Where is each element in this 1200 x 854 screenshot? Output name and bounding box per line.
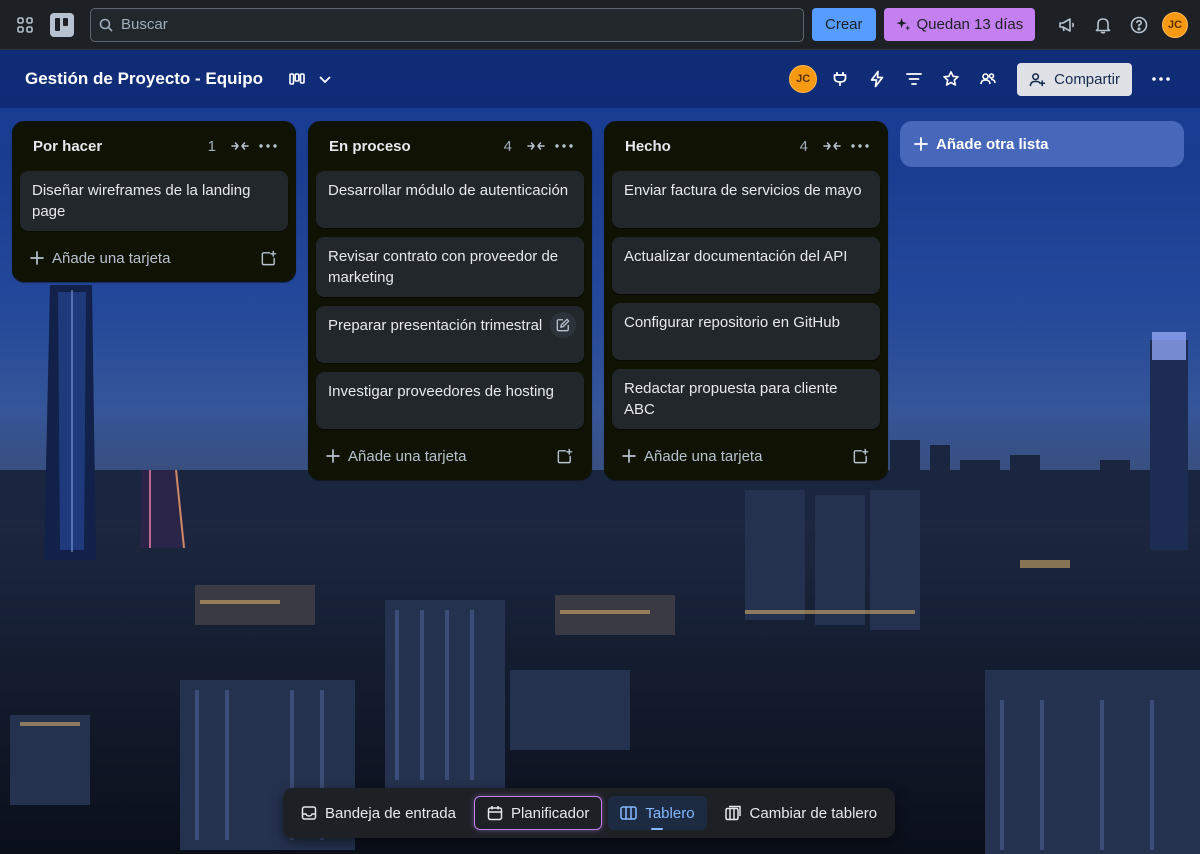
view-switcher: Bandeja de entrada Planificador Tablero …: [283, 788, 896, 838]
plug-icon[interactable]: [826, 65, 854, 93]
board-view-icon[interactable]: [283, 65, 311, 93]
add-list-button[interactable]: Añade otra lista: [900, 121, 1184, 167]
planner-label: Planificador: [510, 804, 590, 822]
inbox-icon: [301, 805, 317, 821]
list-footer: Añade una tarjeta: [316, 438, 584, 474]
calendar-icon: [487, 805, 503, 821]
search-bar[interactable]: [90, 7, 804, 42]
sparkle-icon: [895, 17, 911, 32]
filter-icon[interactable]: [900, 65, 928, 93]
card-template-icon[interactable]: [846, 444, 874, 468]
list-title[interactable]: Hecho: [625, 138, 800, 155]
chevron-down-icon[interactable]: [311, 65, 339, 93]
card[interactable]: Investigar proveedores de hosting: [316, 372, 584, 429]
collapse-list-icon[interactable]: [818, 134, 846, 158]
switch-board-label: Cambiar de tablero: [749, 804, 878, 822]
list-title[interactable]: Por hacer: [33, 138, 208, 155]
list-header: Hecho 4: [612, 129, 880, 163]
user-avatar[interactable]: JC: [1162, 11, 1188, 38]
more-horizontal-icon[interactable]: [1147, 65, 1175, 93]
list-header: En proceso 4: [316, 129, 584, 163]
grid-icon[interactable]: [12, 12, 38, 38]
share-button[interactable]: Compartir: [1017, 62, 1132, 96]
switch-board-icon: [724, 805, 742, 821]
inbox-tab[interactable]: Bandeja de entrada: [289, 796, 468, 830]
collapse-list-icon[interactable]: [522, 134, 550, 158]
planner-tab[interactable]: Planificador: [473, 796, 603, 830]
plus-icon: [326, 449, 340, 463]
add-card-label: Añade una tarjeta: [52, 249, 171, 267]
bell-icon[interactable]: [1090, 12, 1116, 38]
add-card-button[interactable]: Añade una tarjeta: [30, 250, 254, 267]
inbox-label: Bandeja de entrada: [325, 804, 456, 822]
plus-icon: [914, 137, 928, 151]
add-card-button[interactable]: Añade una tarjeta: [326, 448, 550, 465]
more-horizontal-icon[interactable]: [550, 134, 578, 158]
search-icon: [99, 18, 113, 32]
top-navigation-bar: Crear Quedan 13 días JC: [0, 0, 1200, 50]
list-footer: Añade una tarjeta: [612, 438, 880, 474]
card-template-icon[interactable]: [254, 246, 282, 270]
megaphone-icon[interactable]: [1054, 12, 1080, 38]
card[interactable]: Enviar factura de servicios de mayo: [612, 171, 880, 228]
share-label: Compartir: [1054, 70, 1120, 88]
add-list-label: Añade otra lista: [936, 135, 1049, 153]
trello-logo-icon[interactable]: [50, 12, 74, 37]
member-avatar[interactable]: JC: [789, 65, 818, 93]
list-en-proceso[interactable]: En proceso 4 Desarrollar módulo de auten…: [308, 121, 592, 480]
more-horizontal-icon[interactable]: [846, 134, 874, 158]
add-card-label: Añade una tarjeta: [348, 447, 467, 465]
card[interactable]: Desarrollar módulo de autenticación: [316, 171, 584, 228]
add-card-button[interactable]: Añade una tarjeta: [622, 448, 846, 465]
list-footer: Añade una tarjeta: [20, 240, 288, 276]
board-tab[interactable]: Tablero: [608, 796, 707, 830]
card[interactable]: Redactar propuesta para cliente ABC: [612, 369, 880, 429]
more-horizontal-icon[interactable]: [254, 134, 282, 158]
create-button[interactable]: Crear: [812, 8, 876, 41]
board-lists: Por hacer 1 Diseñar wireframes de la lan…: [12, 121, 1184, 480]
list-card-count: 1: [207, 137, 216, 155]
card[interactable]: Actualizar documentación del API: [612, 237, 880, 294]
board-view-icon: [620, 805, 638, 821]
list-hecho[interactable]: Hecho 4 Enviar factura de servicios de m…: [604, 121, 888, 480]
board-header: Gestión de Proyecto - Equipo JC Comparti…: [0, 50, 1200, 108]
pencil-icon[interactable]: [550, 312, 576, 338]
help-icon[interactable]: [1126, 12, 1152, 38]
add-person-icon: [1029, 71, 1046, 88]
card[interactable]: Configurar repositorio en GitHub: [612, 303, 880, 360]
plus-icon: [30, 251, 44, 265]
card[interactable]: Preparar presentación trimestral: [316, 306, 584, 363]
trial-days-label: Quedan 13 días: [916, 16, 1024, 33]
lightning-icon[interactable]: [863, 65, 891, 93]
board-label: Tablero: [645, 804, 695, 822]
trial-days-button[interactable]: Quedan 13 días: [883, 8, 1036, 41]
list-por-hacer[interactable]: Por hacer 1 Diseñar wireframes de la lan…: [12, 121, 296, 282]
card-template-icon[interactable]: [550, 444, 578, 468]
add-card-label: Añade una tarjeta: [644, 447, 763, 465]
card-title: Preparar presentación trimestral: [328, 317, 543, 334]
switch-board-tab[interactable]: Cambiar de tablero: [713, 796, 890, 830]
list-card-count: 4: [503, 137, 512, 155]
plus-icon: [622, 449, 636, 463]
star-icon[interactable]: [937, 65, 965, 93]
members-icon[interactable]: [974, 65, 1002, 93]
collapse-list-icon[interactable]: [226, 134, 254, 158]
card[interactable]: Revisar contrato con proveedor de market…: [316, 237, 584, 297]
list-header: Por hacer 1: [20, 129, 288, 163]
list-title[interactable]: En proceso: [329, 138, 504, 155]
card[interactable]: Diseñar wireframes de la landing page: [20, 171, 288, 231]
list-card-count: 4: [799, 137, 808, 155]
search-input[interactable]: [121, 16, 795, 33]
board-title[interactable]: Gestión de Proyecto - Equipo: [25, 69, 263, 89]
